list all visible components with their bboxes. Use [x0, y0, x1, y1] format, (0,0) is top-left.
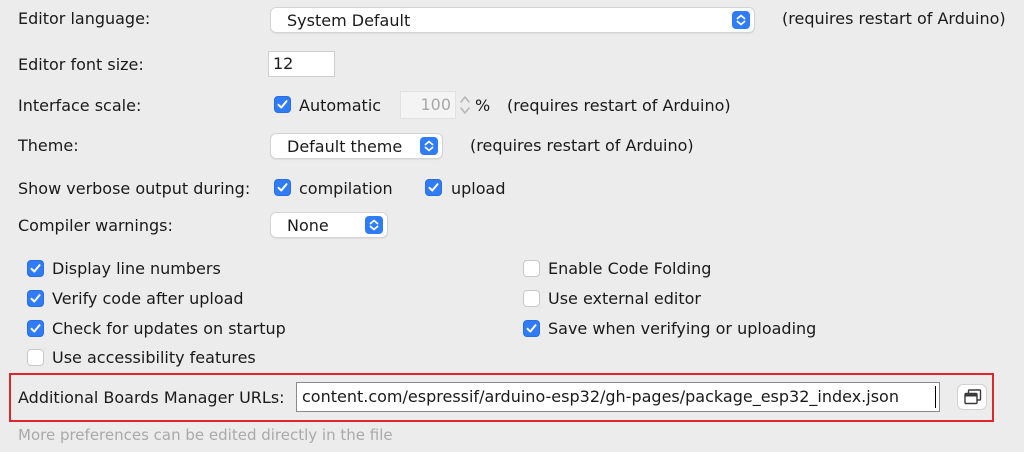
editor-language-note: (requires restart of Arduino)	[782, 9, 1006, 28]
editor-language-select[interactable]: System Default	[270, 7, 755, 33]
compiler-warnings-value: None	[287, 216, 329, 235]
footer-hint: More preferences can be edited directly …	[18, 426, 393, 444]
compiler-warnings-select[interactable]: None	[270, 212, 388, 238]
chevron-up-down-icon	[420, 137, 438, 155]
checkmark-icon	[30, 324, 41, 333]
verbose-upload-checkbox[interactable]	[425, 179, 442, 196]
theme-label: Theme:	[18, 136, 79, 155]
checkmark-icon	[277, 100, 288, 109]
chevron-up-down-icon	[732, 11, 750, 29]
checkmark-icon	[30, 294, 41, 303]
interface-scale-percent-input: 100	[400, 91, 456, 119]
enable-code-folding-label: Enable Code Folding	[548, 259, 712, 278]
checkmark-icon	[30, 264, 41, 273]
verify-after-upload-label: Verify code after upload	[52, 289, 244, 308]
check-updates-checkbox[interactable]	[27, 320, 44, 337]
boards-manager-label: Additional Boards Manager URLs:	[18, 388, 285, 407]
preferences-panel: Editor language: System Default (require…	[0, 0, 1024, 452]
theme-value: Default theme	[287, 137, 403, 156]
verify-after-upload-checkbox[interactable]	[27, 290, 44, 307]
enable-code-folding-checkbox[interactable]	[523, 260, 540, 277]
chevron-up-down-icon	[365, 216, 383, 234]
boards-manager-url-value: content.com/espressif/arduino-esp32/gh-p…	[302, 387, 899, 406]
verbose-compilation-checkbox[interactable]	[274, 179, 291, 196]
open-window-icon	[964, 389, 982, 405]
display-line-numbers-checkbox[interactable]	[27, 260, 44, 277]
theme-note: (requires restart of Arduino)	[470, 136, 694, 155]
editor-font-size-input[interactable]: 12	[268, 51, 335, 77]
verbose-upload-label: upload	[451, 179, 506, 198]
verbose-output-label: Show verbose output during:	[18, 179, 251, 198]
checkmark-icon	[428, 183, 439, 192]
editor-language-value: System Default	[287, 11, 411, 30]
editor-font-size-label: Editor font size:	[18, 55, 144, 74]
theme-select[interactable]: Default theme	[270, 133, 443, 159]
boards-manager-url-input[interactable]: content.com/espressif/arduino-esp32/gh-p…	[296, 382, 940, 412]
accessibility-label: Use accessibility features	[52, 348, 256, 367]
interface-scale-label: Interface scale:	[18, 96, 142, 115]
display-line-numbers-label: Display line numbers	[52, 259, 221, 278]
text-caret	[935, 386, 936, 408]
save-when-verifying-checkbox[interactable]	[523, 320, 540, 337]
verbose-compilation-label: compilation	[299, 179, 393, 198]
automatic-checkbox[interactable]	[274, 96, 291, 113]
save-when-verifying-label: Save when verifying or uploading	[548, 319, 817, 338]
editor-language-label: Editor language:	[18, 9, 151, 28]
checkmark-icon	[526, 324, 537, 333]
accessibility-checkbox[interactable]	[27, 349, 44, 366]
interface-scale-note: (requires restart of Arduino)	[507, 96, 731, 115]
spinner-arrows-icon	[458, 93, 472, 117]
check-updates-label: Check for updates on startup	[52, 319, 286, 338]
automatic-label: Automatic	[299, 96, 382, 115]
percent-sign: %	[475, 96, 491, 115]
compiler-warnings-label: Compiler warnings:	[18, 216, 173, 235]
use-external-editor-label: Use external editor	[548, 289, 701, 308]
use-external-editor-checkbox[interactable]	[523, 290, 540, 307]
open-url-list-button[interactable]	[957, 384, 987, 410]
checkmark-icon	[277, 183, 288, 192]
